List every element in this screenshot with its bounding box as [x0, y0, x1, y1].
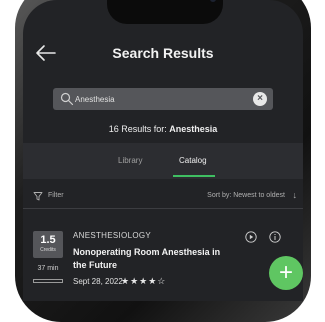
results-query: Anesthesia — [169, 124, 218, 134]
sort-button[interactable]: Sort by: Newest to oldest — [207, 192, 285, 199]
tab-bar: Library Catalog — [23, 143, 303, 179]
sort-arrow-icon[interactable]: ↓ — [293, 190, 298, 200]
tab-catalog[interactable]: Catalog — [179, 156, 207, 165]
credits-label: Credits — [40, 247, 56, 253]
credits-badge: 1.5 Credits — [33, 231, 63, 258]
page-title: Search Results — [112, 45, 214, 61]
course-duration: 37 min — [37, 265, 59, 272]
results-count: 16 Results for: Anesthesia — [23, 124, 303, 134]
search-bar[interactable]: × — [53, 88, 273, 110]
header: Search Results — [23, 34, 303, 74]
filter-icon[interactable] — [33, 191, 43, 201]
results-prefix: 16 Results for: — [108, 124, 170, 134]
filter-button[interactable]: Filter — [48, 192, 64, 199]
camera-icon — [210, 0, 216, 2]
app-screen: Search Results × 16 Results for: Anesthe… — [23, 0, 303, 301]
progress-bar — [33, 279, 63, 283]
search-input[interactable] — [75, 90, 245, 108]
course-date: Sept 28, 2022 — [73, 277, 123, 286]
course-title[interactable]: Nonoperating Room Anesthesia in the Futu… — [73, 246, 223, 272]
search-icon — [60, 92, 74, 106]
phone-notch — [107, 0, 223, 24]
credits-value: 1.5 — [40, 234, 56, 246]
rating-stars: ★★★★☆ — [121, 276, 167, 286]
active-tab-indicator — [173, 175, 215, 177]
clear-icon[interactable]: × — [253, 92, 267, 106]
tab-library[interactable]: Library — [118, 156, 142, 165]
info-icon[interactable] — [269, 231, 281, 243]
play-icon[interactable] — [245, 231, 257, 243]
filter-row: Filter Sort by: Newest to oldest ↓ — [23, 186, 303, 209]
add-button[interactable]: + — [269, 256, 303, 290]
course-card[interactable]: 1.5 Credits 37 min ANESTHESIOLOGY Nonope… — [23, 215, 303, 301]
course-category: ANESTHESIOLOGY — [73, 231, 151, 240]
